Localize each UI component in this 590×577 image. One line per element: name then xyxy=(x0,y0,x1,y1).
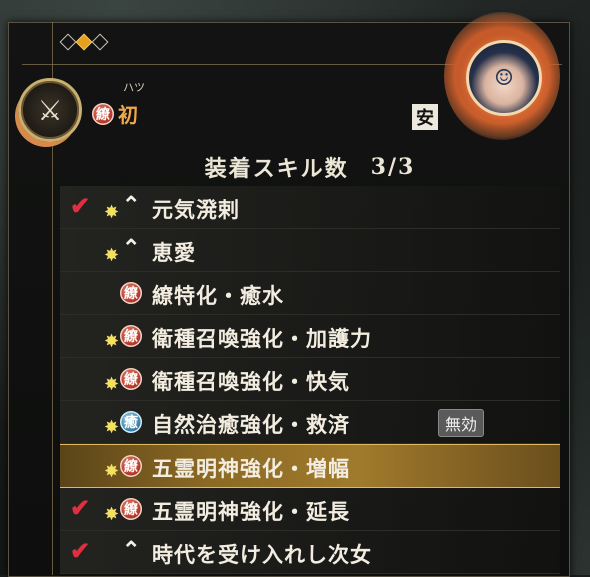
page-dot[interactable] xyxy=(59,33,77,51)
page-indicator xyxy=(59,33,109,51)
skill-type-badge-icon: 繚 xyxy=(120,368,142,390)
rank-text: 初 xyxy=(118,103,138,127)
skill-row[interactable]: ✸ 繚五霊明神強化・増幅 xyxy=(60,444,560,488)
star-icon: ✸ xyxy=(104,461,120,482)
skill-label: 五霊明神強化・増幅 xyxy=(152,456,350,481)
skill-row[interactable]: ✔ ✸ ⌃ 元気溌剌 xyxy=(60,186,560,229)
skill-row[interactable]: ✔ ✸ 繚五霊明神強化・延長 xyxy=(60,488,560,531)
skill-type-badge-icon: 繚 xyxy=(120,282,142,304)
skills-title: 装着スキル数 3/3 xyxy=(60,150,560,184)
skill-row[interactable]: ✸ 癒自然治癒強化・救済 無効 xyxy=(60,401,560,444)
skill-label: 自然治癒強化・救済 xyxy=(152,412,350,437)
rank-ruby: ハツ xyxy=(123,81,145,94)
star-icon: ✸ xyxy=(104,331,120,352)
equipped-check-icon: ✔ xyxy=(70,536,91,565)
skill-type-badge-icon: 繚 xyxy=(120,455,142,477)
safe-tag: 安 xyxy=(412,104,438,130)
skill-list: ✔ ✸ ⌃ 元気溌剌 ✸ ⌃ 恵愛繚繚特化・癒水 ✸ 繚衛種召喚強化・加護力 ✸ 繚衛種召喚強化・快… xyxy=(60,186,560,574)
skill-label: 恵愛 xyxy=(152,240,196,265)
equipped-check-icon: ✔ xyxy=(70,191,91,220)
weapon-icon: ⚔ xyxy=(18,78,82,142)
skill-row[interactable]: ✸ 繚衛種召喚強化・加護力 xyxy=(60,315,560,358)
star-icon: ✸ xyxy=(104,245,120,266)
rank: 繚 初 xyxy=(92,99,138,128)
skill-type-badge-icon: 癒 xyxy=(120,411,142,433)
skill-label: 五霊明神強化・延長 xyxy=(152,499,350,524)
character-avatar[interactable]: ☺ xyxy=(466,40,542,116)
star-icon: ✸ xyxy=(104,374,120,395)
skill-row[interactable]: ✸ ⌃ 恵愛 xyxy=(60,229,560,272)
rank-badge-icon: 繚 xyxy=(92,102,114,125)
skill-label: 衛種召喚強化・加護力 xyxy=(152,326,372,351)
skill-label: 衛種召喚強化・快気 xyxy=(152,369,350,394)
chevron-up-icon: ⌃ xyxy=(122,537,141,563)
star-icon: ✸ xyxy=(104,504,120,525)
status-badge: 無効 xyxy=(438,409,485,437)
chevron-up-icon: ⌃ xyxy=(122,235,141,261)
skill-row[interactable]: 繚繚特化・癒水 xyxy=(60,272,560,315)
skill-label: 時代を受け入れし次女 xyxy=(152,542,372,567)
skill-type-badge-icon: 繚 xyxy=(120,498,142,520)
skills-title-label: 装着スキル数 xyxy=(204,156,349,182)
skill-label: 繚特化・癒水 xyxy=(152,283,284,308)
page-dot-active[interactable] xyxy=(75,33,93,51)
star-icon: ✸ xyxy=(104,202,120,223)
skill-row[interactable]: ✸ 繚衛種召喚強化・快気 xyxy=(60,358,560,401)
star-icon: ✸ xyxy=(104,417,120,438)
skill-row[interactable]: ✔ ⌃ 時代を受け入れし次女 xyxy=(60,531,560,574)
skills-title-count: 3/3 xyxy=(370,154,416,180)
skill-label: 元気溌剌 xyxy=(152,197,240,222)
skill-type-badge-icon: 繚 xyxy=(120,325,142,347)
chevron-up-icon: ⌃ xyxy=(122,192,141,218)
page-dot[interactable] xyxy=(91,33,109,51)
equipped-check-icon: ✔ xyxy=(70,493,91,522)
